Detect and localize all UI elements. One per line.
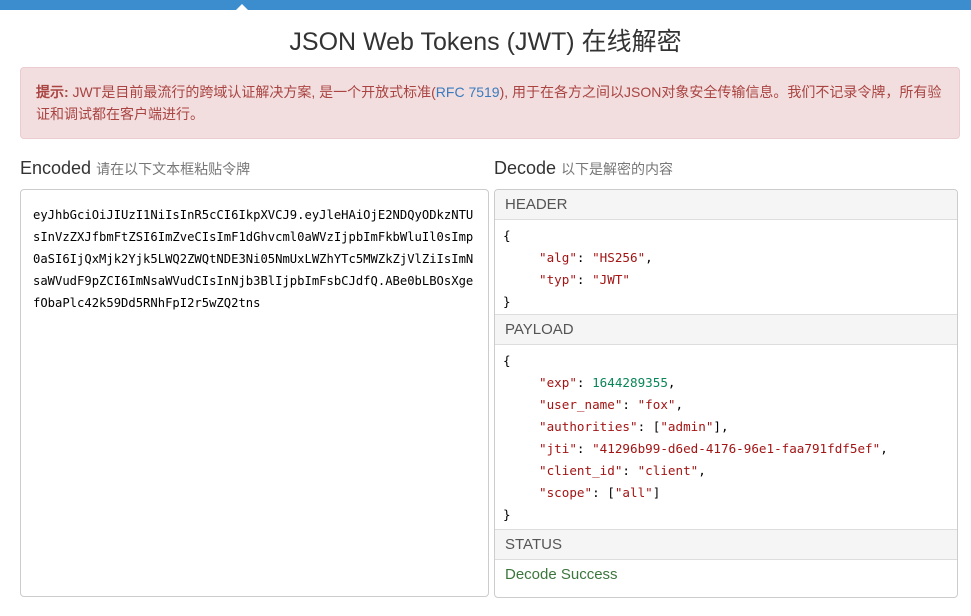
payload-json-open: { [503,353,511,368]
decode-subtitle: 以下是解密的内容 [561,161,674,177]
page-title: JSON Web Tokens (JWT) 在线解密 [289,28,682,56]
header-json[interactable]: { "alg": "HS256", "typ": "JWT" } [495,220,957,315]
payload-json-separator: : [576,441,593,456]
payload-json-tail: , [675,397,684,412]
header-json-close: } [503,294,511,309]
decode-heading: Decode 以下是解密的内容 [494,158,673,179]
payload-json-value: "41296b99-d6ed-4176-96e1-faa791fdf5ef" [592,441,881,456]
payload-json-lines: "exp": 1644289355, "user_name": "fox", "au… [503,372,949,504]
payload-json-tail: , [667,375,676,390]
payload-json-key: "client_id" [539,463,623,478]
payload-json-key: "scope" [539,485,593,500]
status-section-title: STATUS [495,530,957,560]
payload-json-tail: ], [713,419,729,434]
payload-json-key: "jti" [539,441,577,456]
header-json-line: "alg": "HS256", [503,247,949,269]
payload-json-value: "admin" [660,419,714,434]
header-json-lines: "alg": "HS256", "typ": "JWT" [503,247,949,291]
header-json-separator: : [576,272,593,287]
top-bar [0,0,971,10]
header-section-title: HEADER [495,190,957,220]
header-json-open: { [503,228,511,243]
token-input[interactable]: eyJhbGciOiJIUzI1NiIsInR5cCI6IkpXVCJ9.eyJ… [20,189,489,597]
payload-json-separator: : [622,463,638,478]
payload-json-separator: : [ [592,485,615,500]
payload-json-tail: ] [652,485,661,500]
payload-json-line: "scope": ["all"] [503,482,949,504]
encoded-title: Encoded [20,158,92,178]
notice-text-before: JWT是目前最流行的跨域认证解决方案, 是一个开放式标准( [68,84,436,100]
payload-json-tail: , [698,463,706,478]
decode-panel: HEADER { "alg": "HS256", "typ": "JWT" } P… [494,189,958,598]
decode-status: Decode Success [505,566,618,583]
header-json-line: "typ": "JWT" [503,269,949,291]
payload-json-line: "authorities": ["admin"], [503,416,949,438]
header-json-separator: : [576,250,593,265]
payload-json-line: "client_id": "client", [503,460,949,482]
payload-json-key: "exp" [539,375,577,390]
payload-json-close: } [503,507,511,522]
payload-json-line: "exp": 1644289355, [503,372,949,394]
payload-section-title: PAYLOAD [495,315,957,345]
payload-json-line: "jti": "41296b99-d6ed-4176-96e1-faa791fd… [503,438,949,460]
payload-json-value: "all" [614,485,653,500]
rfc-link[interactable]: RFC 7519 [436,84,500,100]
header-json-key: "alg" [539,250,577,265]
payload-json-line: "user_name": "fox", [503,394,949,416]
header-json-key: "typ" [539,272,577,287]
top-bar-notch [236,4,248,10]
header-json-value: "JWT" [592,272,631,287]
payload-json-separator: : [ [637,419,661,434]
notice-label: 提示: [36,84,69,100]
payload-json[interactable]: { "exp": 1644289355, "user_name": "fox", "… [495,345,957,530]
encoded-subtitle: 请在以下文本框粘贴令牌 [96,161,251,177]
payload-json-value: "client" [637,463,699,478]
notice-alert: 提示: JWT是目前最流行的跨域认证解决方案, 是一个开放式标准(RFC 751… [20,67,960,139]
payload-json-value: "fox" [637,397,676,412]
header-json-value: "HS256" [592,250,646,265]
payload-json-separator: : [576,375,593,390]
payload-json-key: "authorities" [539,419,638,434]
payload-json-separator: : [622,397,638,412]
header-json-tail: , [645,250,653,265]
payload-json-value: 1644289355 [592,375,668,390]
payload-json-tail: , [880,441,888,456]
payload-json-key: "user_name" [539,397,623,412]
decode-title: Decode [494,158,557,178]
encoded-heading: Encoded 请在以下文本框粘贴令牌 [20,158,250,179]
